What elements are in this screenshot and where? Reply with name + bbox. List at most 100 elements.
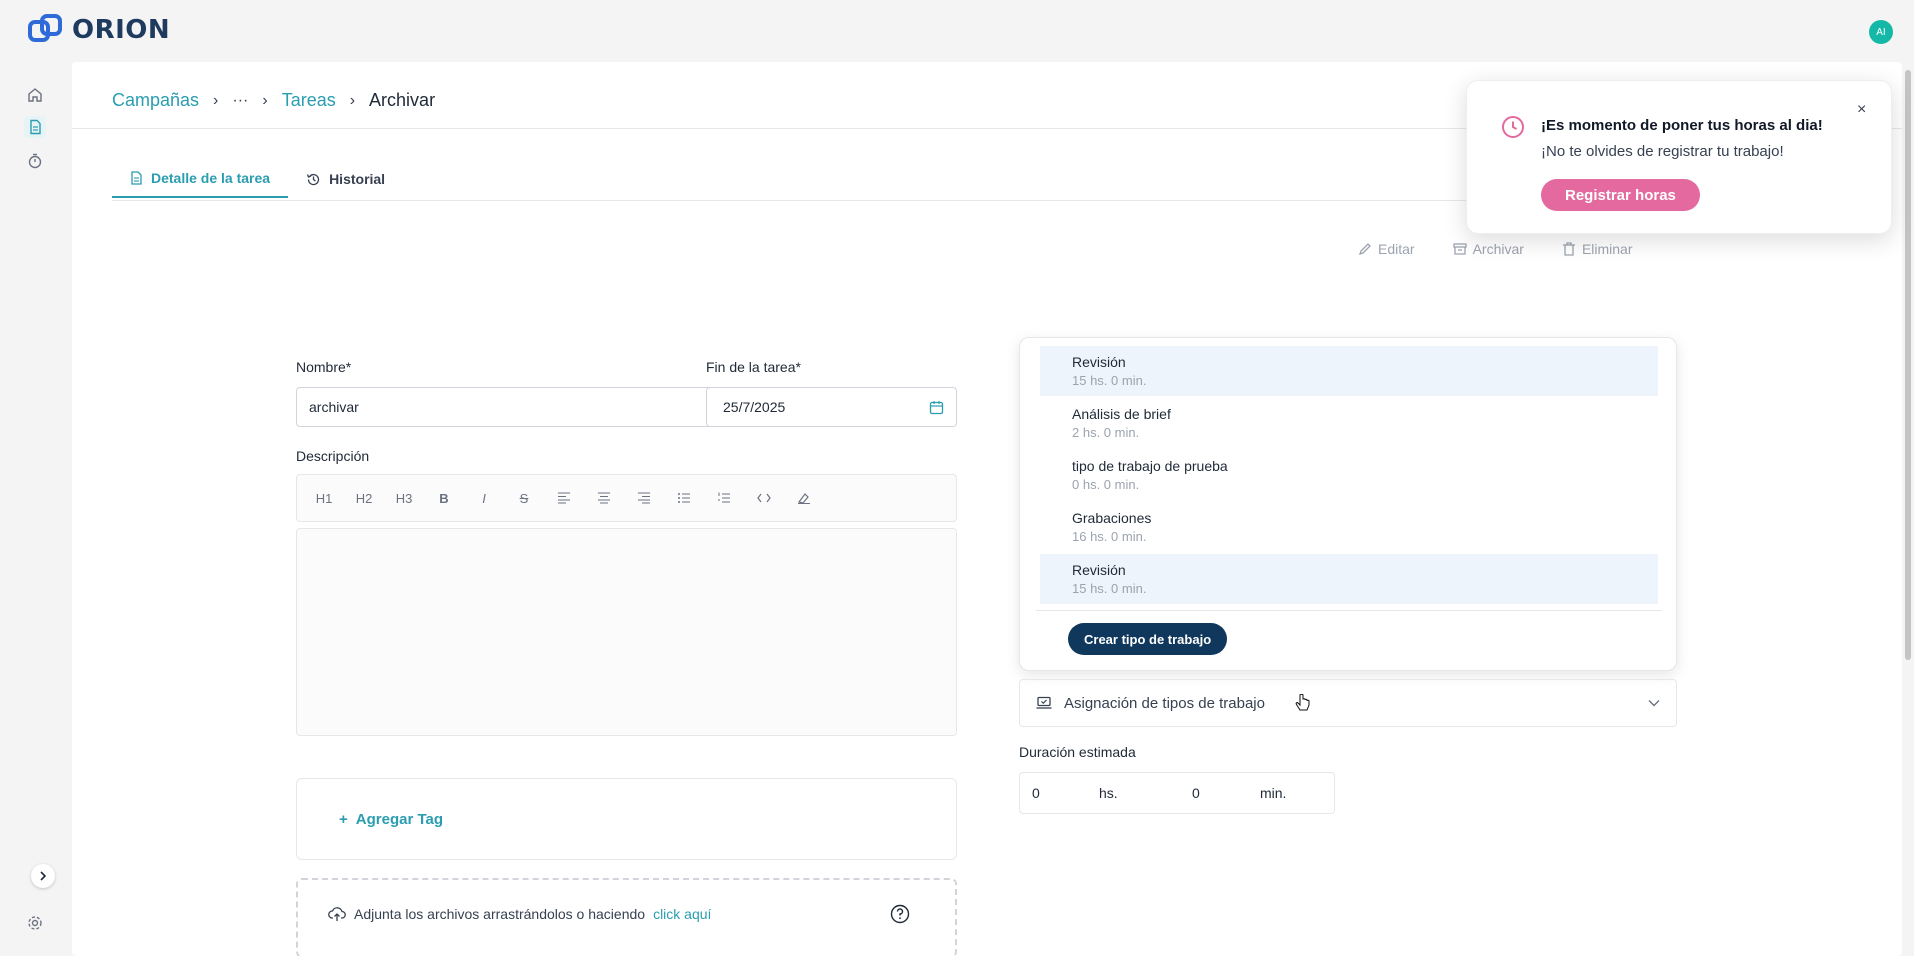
archive-label: Archivar — [1472, 241, 1524, 257]
settings-gear-icon[interactable] — [24, 912, 46, 934]
work-type-name: Revisión — [1072, 354, 1126, 370]
file-upload-dropzone[interactable]: Adjunta los archivos arrastrándolos o ha… — [296, 878, 957, 956]
chevron-right-icon — [40, 871, 47, 881]
end-date-value: 25/7/2025 — [723, 399, 786, 415]
work-type-assignment-collapse[interactable]: Asignación de tipos de trabajo — [1019, 679, 1677, 727]
align-left-icon[interactable] — [553, 487, 575, 509]
home-icon[interactable] — [24, 84, 46, 106]
list-item[interactable]: Análisis de brief 2 hs. 0 min. — [1040, 398, 1658, 448]
italic-button[interactable]: I — [473, 487, 495, 509]
sidebar — [0, 62, 70, 956]
calendar-icon[interactable] — [929, 400, 944, 415]
history-icon — [306, 173, 320, 185]
end-date-label: Fin de la tarea* — [706, 359, 801, 375]
description-editor[interactable] — [296, 528, 957, 736]
work-type-name: Análisis de brief — [1072, 406, 1171, 422]
clear-format-icon[interactable] — [793, 487, 815, 509]
dropdown-divider — [1036, 610, 1662, 611]
duration-hours[interactable]: 0 — [1032, 785, 1040, 801]
tabs: Detalle de la tarea Historial — [112, 162, 403, 198]
breadcrumb-current: Archivar — [369, 90, 436, 110]
heading-1-button[interactable]: H1 — [313, 487, 335, 509]
expand-sidebar-button[interactable] — [31, 864, 55, 888]
end-date-input[interactable]: 25/7/2025 — [706, 387, 957, 427]
tab-label: Detalle de la tarea — [151, 170, 271, 186]
register-hours-button[interactable]: Registrar horas — [1541, 179, 1700, 211]
work-type-time: 16 hs. 0 min. — [1072, 529, 1147, 544]
strikethrough-button[interactable]: S — [513, 487, 535, 509]
create-work-type-button[interactable]: Crear tipo de trabajo — [1068, 623, 1228, 655]
upload-click-link[interactable]: click aquí — [653, 906, 711, 922]
edit-button[interactable]: Editar — [1350, 237, 1423, 261]
toast-title: ¡Es momento de poner tus horas al dia! — [1541, 117, 1823, 134]
add-tag-button[interactable]: + Agregar Tag — [339, 811, 443, 828]
chevron-down-icon — [1648, 700, 1660, 707]
close-icon[interactable]: × — [1857, 101, 1866, 119]
work-type-time: 0 hs. 0 min. — [1072, 477, 1140, 492]
tab-label: Historial — [329, 171, 386, 187]
clock-icon — [1502, 116, 1524, 138]
edit-label: Editar — [1378, 241, 1415, 257]
duration-minutes-unit: min. — [1260, 785, 1287, 801]
duration-input[interactable]: 0 hs. 0 min. — [1019, 772, 1335, 814]
heading-2-button[interactable]: H2 — [353, 487, 375, 509]
list-item[interactable]: Grabaciones 16 hs. 0 min. — [1040, 502, 1658, 552]
align-right-icon[interactable] — [633, 487, 655, 509]
description-label: Descripción — [296, 448, 370, 464]
editor-toolbar: H1 H2 H3 B I S — [296, 474, 957, 522]
breadcrumb-ellipsis[interactable]: ··· — [232, 92, 248, 110]
time-reminder-toast: ¡Es momento de poner tus horas al dia! ¡… — [1466, 80, 1892, 234]
document-icon[interactable] — [24, 116, 46, 138]
duration-minutes[interactable]: 0 — [1192, 785, 1200, 801]
orion-logo-icon — [28, 14, 62, 42]
archive-box-icon — [1452, 243, 1467, 255]
list-item[interactable]: Revisión 15 hs. 0 min. — [1040, 346, 1658, 396]
upload-instruction: Adjunta los archivos arrastrándolos o ha… — [354, 906, 646, 922]
delete-label: Eliminar — [1581, 241, 1633, 257]
delete-button[interactable]: Eliminar — [1554, 237, 1641, 261]
name-label: Nombre* — [296, 359, 352, 375]
cloud-upload-icon — [328, 907, 346, 921]
work-type-time: 2 hs. 0 min. — [1072, 425, 1140, 440]
duration-label: Duración estimada — [1019, 744, 1136, 760]
list-item[interactable]: tipo de trabajo de prueba 0 hs. 0 min. — [1040, 450, 1658, 500]
pencil-icon — [1358, 243, 1371, 256]
archive-button[interactable]: Archivar — [1445, 237, 1532, 261]
tab-history[interactable]: Historial — [288, 162, 403, 198]
name-input[interactable]: archivar — [296, 387, 754, 427]
chevron-right-icon: › — [213, 91, 219, 109]
breadcrumb: Campañas › ··· › Tareas › Archivar — [112, 90, 435, 111]
trash-icon — [1562, 242, 1575, 256]
upload-text: Adjunta los archivos arrastrándolos o ha… — [328, 906, 711, 922]
page-scrollbar[interactable] — [1905, 70, 1911, 660]
heading-3-button[interactable]: H3 — [393, 487, 415, 509]
work-type-name: Revisión — [1072, 562, 1126, 578]
numbered-list-icon[interactable] — [713, 487, 735, 509]
toast-message: ¡No te olvides de registrar tu trabajo! — [1541, 143, 1784, 160]
breadcrumb-campaigns[interactable]: Campañas — [112, 90, 199, 111]
stopwatch-icon[interactable] — [24, 150, 46, 172]
work-type-name: Grabaciones — [1072, 510, 1152, 526]
chevron-right-icon: › — [349, 91, 356, 109]
document-icon — [131, 171, 142, 185]
chevron-right-icon: › — [262, 91, 268, 109]
user-avatar[interactable]: AI — [1869, 20, 1893, 44]
work-type-name: tipo de trabajo de prueba — [1072, 458, 1228, 474]
breadcrumb-tasks[interactable]: Tareas — [282, 90, 336, 111]
bold-button[interactable]: B — [433, 487, 455, 509]
duration-hours-unit: hs. — [1099, 785, 1118, 801]
logo[interactable]: ORION — [28, 14, 170, 46]
help-icon[interactable] — [890, 904, 910, 924]
laptop-check-icon — [1036, 696, 1052, 709]
list-item[interactable]: Revisión 15 hs. 0 min. — [1040, 554, 1658, 604]
tab-task-detail[interactable]: Detalle de la tarea — [112, 162, 289, 198]
work-type-time: 15 hs. 0 min. — [1072, 581, 1147, 596]
top-bar: ORION AI — [0, 0, 1914, 62]
plus-icon: + — [339, 811, 348, 828]
bullet-list-icon[interactable] — [673, 487, 695, 509]
code-icon[interactable] — [753, 487, 775, 509]
name-value: archivar — [309, 399, 359, 415]
work-type-time: 15 hs. 0 min. — [1072, 373, 1147, 388]
align-center-icon[interactable] — [593, 487, 615, 509]
tag-box: + Agregar Tag — [296, 778, 957, 860]
